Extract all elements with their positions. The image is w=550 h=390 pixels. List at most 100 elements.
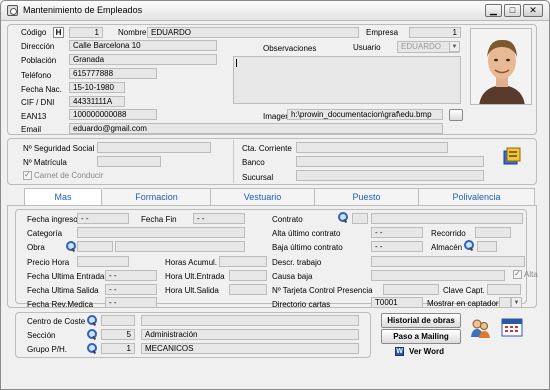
almacen-field[interactable] <box>477 241 497 252</box>
window-title: Mantenimiento de Empleados <box>23 5 143 15</box>
fecha-ultima-salida-label: Fecha Ultima Salida <box>27 286 99 295</box>
mostrar-captador-label: Mostrar en captador <box>427 299 499 308</box>
fecha-nac-field[interactable]: 15-10-1980 <box>69 82 125 93</box>
seccion-label: Sección <box>27 331 56 340</box>
tab-puesto[interactable]: Puesto <box>315 188 419 205</box>
calendar-icon[interactable] <box>501 317 523 337</box>
causa-baja-field[interactable] <box>371 270 505 281</box>
seccion-code-field[interactable]: 5 <box>101 329 135 340</box>
seccion-search-icon[interactable] <box>86 329 97 340</box>
grupo-code-field[interactable]: 1 <box>101 343 135 354</box>
centro-coste-code-field[interactable] <box>101 315 135 326</box>
paso-mailing-button[interactable]: Paso a Mailing <box>381 329 461 344</box>
matricula-field[interactable] <box>97 156 161 167</box>
nombre-field[interactable]: EDUARDO <box>147 27 359 38</box>
alta-checkbox[interactable] <box>513 269 522 279</box>
hora-ult-salida-field[interactable] <box>229 284 267 295</box>
centro-coste-label: Centro de Coste <box>27 317 86 326</box>
usuario-label: Usuario <box>353 43 381 52</box>
fecha-rev-medica-field[interactable]: - - <box>105 297 157 308</box>
maximize-button[interactable]: □ <box>504 4 521 17</box>
observaciones-textarea[interactable] <box>233 56 461 104</box>
users-icon[interactable] <box>469 317 491 339</box>
directorio-field[interactable]: T0001 <box>371 297 423 308</box>
ver-word-link[interactable]: Ver Word <box>409 347 444 357</box>
carnet-checkbox[interactable] <box>23 170 32 180</box>
tab-vestuario[interactable]: Vestuario <box>211 188 315 205</box>
contrato-code-field[interactable] <box>352 213 368 224</box>
directorio-label: Directorio cartas <box>272 300 331 309</box>
telefono-label: Teléfono <box>21 71 52 80</box>
almacen-search-icon[interactable] <box>463 240 474 251</box>
fecha-fin-field[interactable]: - - <box>193 213 245 224</box>
matricula-label: Nº Matrícula <box>23 158 67 167</box>
sucursal-field[interactable] <box>296 170 484 181</box>
tab-mas[interactable]: Mas <box>24 188 102 206</box>
contrato-name-field[interactable] <box>371 213 523 224</box>
banco-field[interactable] <box>296 156 484 167</box>
almacen-label: Almacén <box>431 243 463 252</box>
email-field[interactable]: eduardo@gmail.com <box>69 123 443 134</box>
empresa-label: Empresa <box>366 28 399 37</box>
imagen-field[interactable]: h:\prowin_documentacion\graf\edu.bmp <box>287 109 443 120</box>
browse-image-button[interactable] <box>449 109 463 121</box>
tarjeta-label: Nº Tarjeta Control Presencia <box>272 286 373 295</box>
categoria-label: Categoría <box>27 229 63 238</box>
centro-coste-name-field[interactable] <box>141 315 359 326</box>
seccion-name-field[interactable]: Administración <box>141 329 359 340</box>
cif-field[interactable]: 44331111A <box>69 96 125 107</box>
direccion-field[interactable]: Calle Barcelona 10 <box>69 40 217 51</box>
contrato-search-icon[interactable] <box>337 212 348 223</box>
tab-polivalencia[interactable]: Polivalencia <box>419 188 535 205</box>
direccion-label: Dirección <box>21 42 55 51</box>
tarjeta-field[interactable] <box>383 284 439 295</box>
history-h-button[interactable]: H <box>53 27 64 38</box>
baja-contrato-field[interactable]: - - <box>371 241 423 252</box>
grupo-name-field[interactable]: MECANICOS <box>141 343 359 354</box>
empresa-field[interactable]: 1 <box>409 27 461 38</box>
ean-label: EAN13 <box>21 112 47 121</box>
sucursal-label: Sucursal <box>242 173 274 182</box>
descr-trabajo-field[interactable] <box>371 256 525 267</box>
chevron-down-icon[interactable]: ▼ <box>449 41 460 52</box>
minimize-button[interactable]: ▁ <box>485 4 502 17</box>
alta-contrato-label: Alta último contrato <box>272 229 341 238</box>
hora-ult-entrada-label: Hora Ult.Entrada <box>165 272 225 281</box>
poblacion-field[interactable]: Granada <box>69 54 217 65</box>
horas-acumul-label: Horas Acumul. <box>165 258 218 267</box>
fecha-ultima-salida-field[interactable]: - - <box>105 284 157 295</box>
cta-field[interactable] <box>296 142 448 153</box>
codigo-field[interactable]: 1 <box>69 27 103 38</box>
employee-photo <box>470 28 532 105</box>
fecha-ultima-entrada-field[interactable]: - - <box>105 270 157 281</box>
fecha-ingreso-field[interactable]: - - <box>77 213 129 224</box>
ean-field[interactable]: 100000000088 <box>69 109 157 120</box>
text-cursor <box>236 59 237 67</box>
precio-hora-label: Precio Hora <box>27 258 70 267</box>
imagen-label: Imagen <box>263 112 290 121</box>
categoria-field[interactable] <box>77 227 245 238</box>
close-button[interactable]: ✕ <box>523 4 543 17</box>
obra-name-field[interactable] <box>115 241 245 252</box>
bank-building-icon[interactable] <box>502 146 522 166</box>
recorrido-field[interactable] <box>475 227 511 238</box>
observaciones-label: Observaciones <box>263 44 317 53</box>
grupo-search-icon[interactable] <box>86 343 97 354</box>
obra-code-field[interactable] <box>77 241 113 252</box>
precio-hora-field[interactable] <box>77 256 129 267</box>
alta-contrato-field[interactable]: - - <box>371 227 423 238</box>
horas-acumul-field[interactable] <box>219 256 267 267</box>
telefono-field[interactable]: 615777888 <box>69 68 157 79</box>
descr-trabajo-label: Descr. trabajo <box>272 258 322 267</box>
nss-field[interactable] <box>97 142 211 153</box>
centro-coste-search-icon[interactable] <box>86 315 97 326</box>
historial-obras-button[interactable]: Historial de obras <box>381 313 461 328</box>
app-icon <box>7 5 18 16</box>
word-icon[interactable]: W <box>395 347 404 356</box>
obra-search-icon[interactable] <box>65 241 76 252</box>
mostrar-chevron-down-icon[interactable]: ▼ <box>511 297 522 308</box>
clave-capt-field[interactable] <box>487 284 521 295</box>
hora-ult-entrada-field[interactable] <box>229 270 267 281</box>
mostrar-captador-select[interactable] <box>499 297 511 308</box>
tab-formacion[interactable]: Formacion <box>103 188 211 205</box>
